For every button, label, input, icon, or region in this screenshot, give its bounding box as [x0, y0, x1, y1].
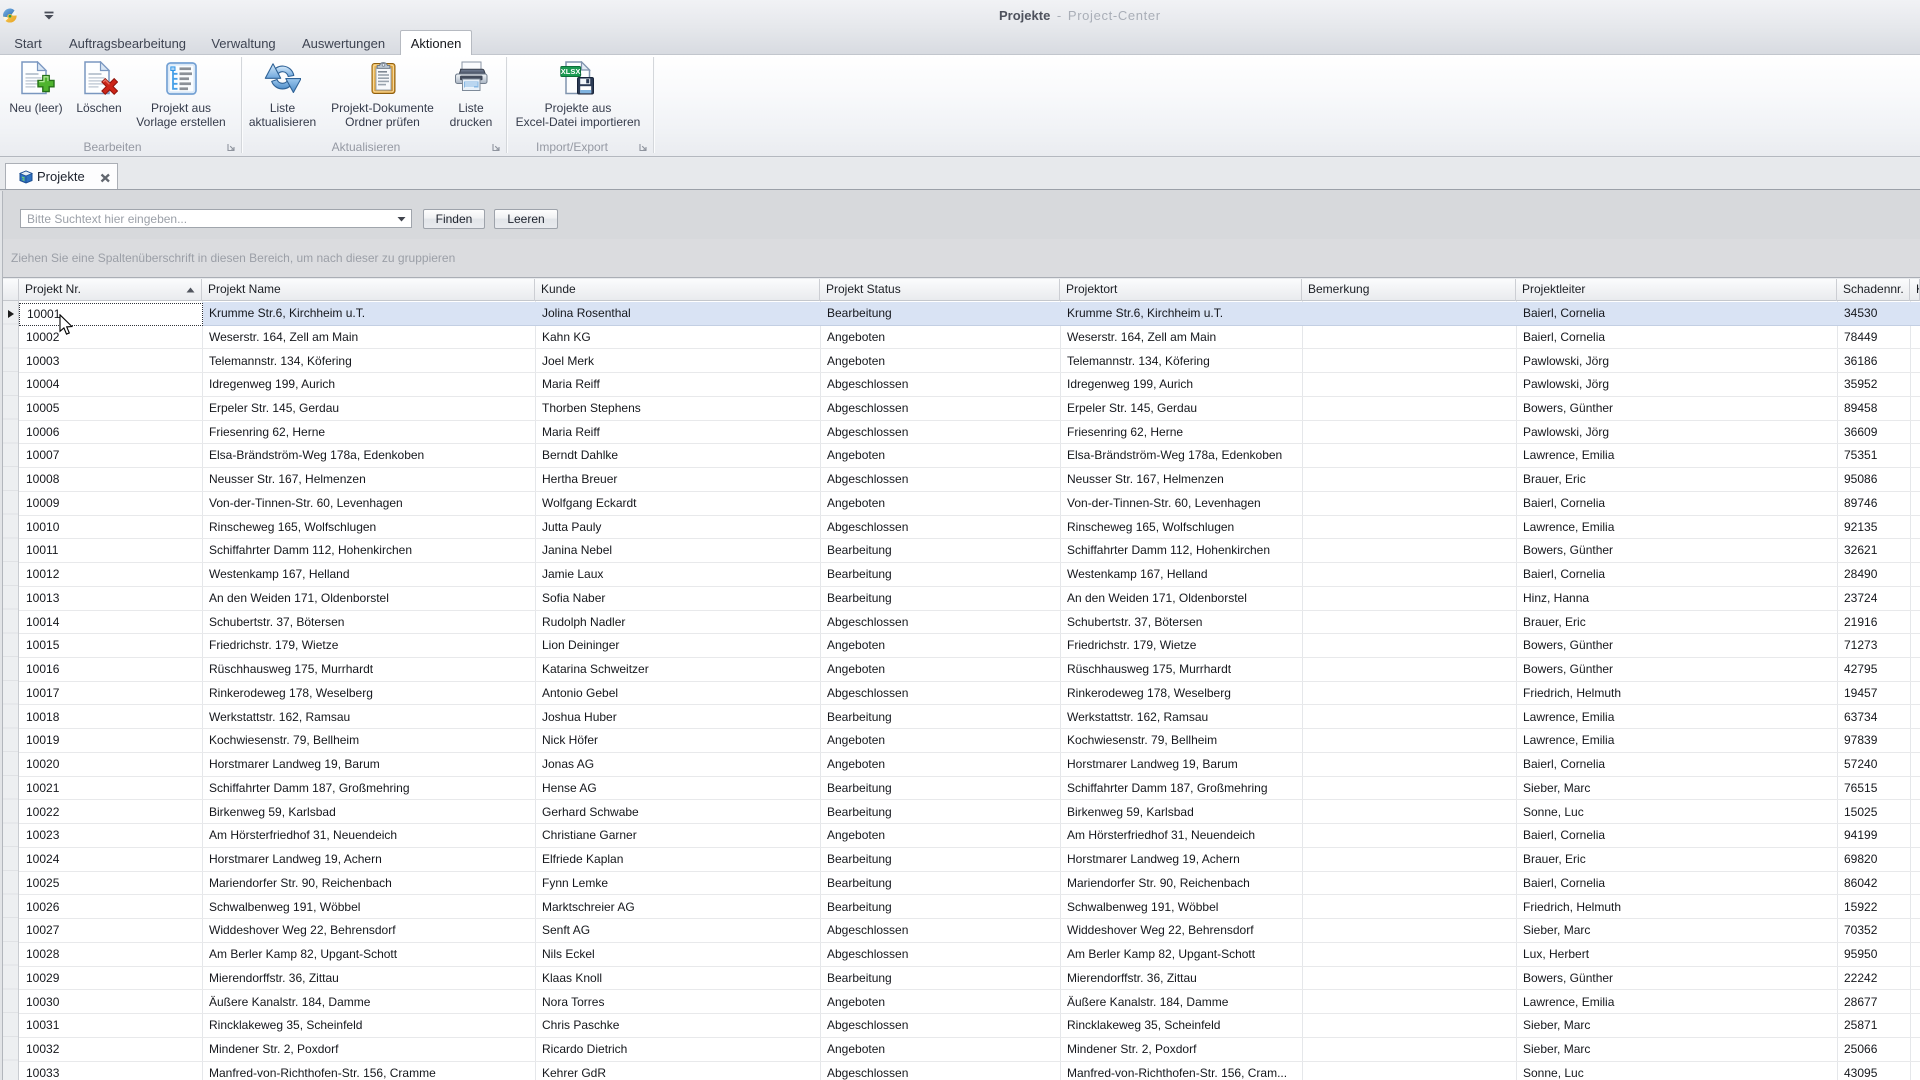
svg-text:XLSX: XLSX: [561, 67, 581, 76]
